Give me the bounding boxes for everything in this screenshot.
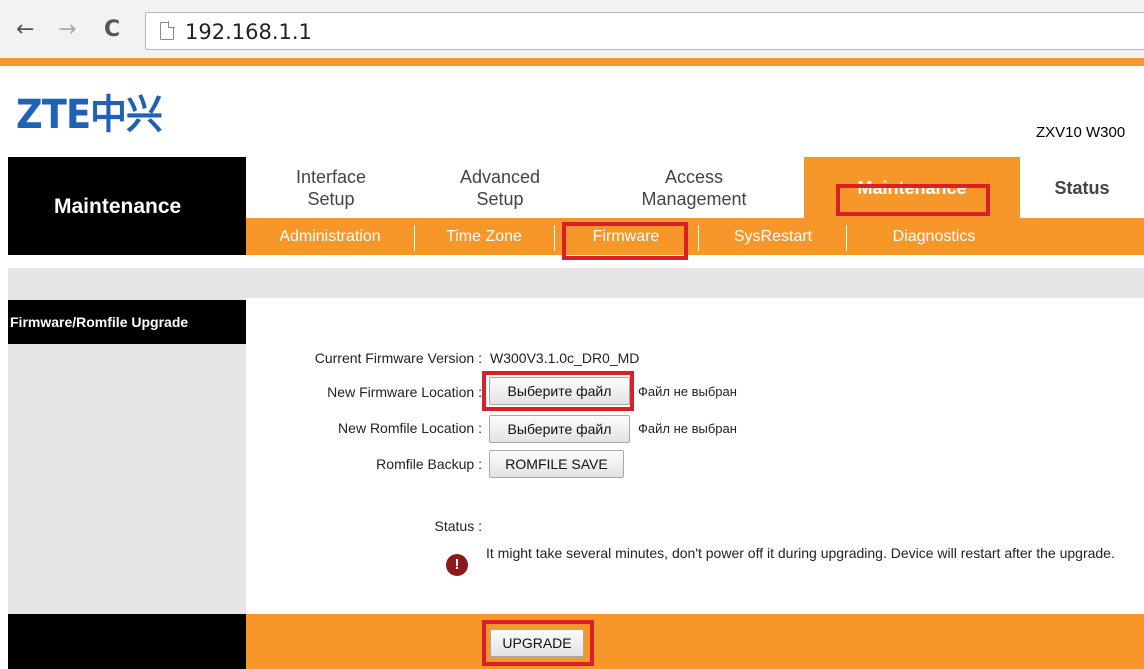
new-romfile-choose-button[interactable]: Выберите файл — [489, 415, 630, 443]
highlight-firmware-subtab — [562, 222, 688, 260]
highlight-choose-file-button — [482, 371, 634, 411]
new-romfile-file-status: Файл не выбран — [638, 421, 737, 436]
subtab-administration[interactable]: Administration — [246, 218, 414, 255]
tab-advanced-setup[interactable]: Advanced Setup — [416, 157, 584, 218]
new-firmware-label: New Firmware Location : — [327, 384, 482, 400]
subtab-divider — [846, 225, 847, 251]
subtab-time-zone[interactable]: Time Zone — [416, 218, 552, 255]
main-tabs: Interface Setup Advanced Setup Access Ma… — [246, 157, 1144, 218]
current-firmware-value: W300V3.1.0c_DR0_MD — [490, 350, 640, 366]
alert-icon: ! — [446, 554, 468, 576]
subtab-divider — [414, 225, 415, 251]
tab-status[interactable]: Status — [1020, 157, 1144, 218]
highlight-maintenance-tab — [836, 184, 990, 216]
page-icon — [160, 21, 175, 40]
romfile-backup-label: Romfile Backup : — [376, 456, 482, 472]
sub-tabs: Administration Time Zone Firmware SysRes… — [246, 218, 1144, 255]
subtab-sysrestart[interactable]: SysRestart — [708, 218, 838, 255]
section-title: Maintenance — [54, 195, 182, 218]
subtab-divider — [698, 225, 699, 251]
subtab-diagnostics[interactable]: Diagnostics — [856, 218, 1012, 255]
content-top-bar — [8, 268, 1144, 298]
zte-logo: ZTE中兴 — [16, 92, 163, 138]
address-bar[interactable]: 192.168.1.1 — [145, 12, 1144, 50]
new-firmware-file-status: Файл не выбран — [638, 384, 737, 399]
tab-interface-setup[interactable]: Interface Setup — [246, 157, 416, 218]
sidebar-heading: Firmware/Romfile Upgrade — [8, 300, 246, 344]
subtab-divider — [554, 225, 555, 251]
url-text[interactable]: 192.168.1.1 — [185, 20, 312, 44]
forward-arrow-icon[interactable]: → — [58, 19, 76, 41]
sidebar-column — [8, 298, 246, 614]
status-label: Status : — [434, 518, 482, 534]
footer-action-bar — [246, 614, 1144, 669]
reload-icon[interactable]: C — [104, 19, 120, 41]
header-accent-line — [0, 58, 1144, 66]
romfile-save-button[interactable]: ROMFILE SAVE — [489, 450, 624, 478]
tab-access-management[interactable]: Access Management — [584, 157, 804, 218]
new-romfile-label: New Romfile Location : — [338, 420, 482, 436]
section-title-panel: Maintenance — [8, 157, 246, 255]
highlight-upgrade-button — [482, 620, 594, 666]
current-firmware-label: Current Firmware Version : — [314, 350, 482, 366]
footer-left-panel — [8, 614, 246, 669]
back-arrow-icon[interactable]: ← — [16, 19, 34, 41]
status-message: It might take several minutes, don't pow… — [486, 545, 1115, 561]
browser-toolbar: ← → C 192.168.1.1 — [0, 0, 1144, 60]
device-model: ZXV10 W300 — [1036, 124, 1126, 141]
